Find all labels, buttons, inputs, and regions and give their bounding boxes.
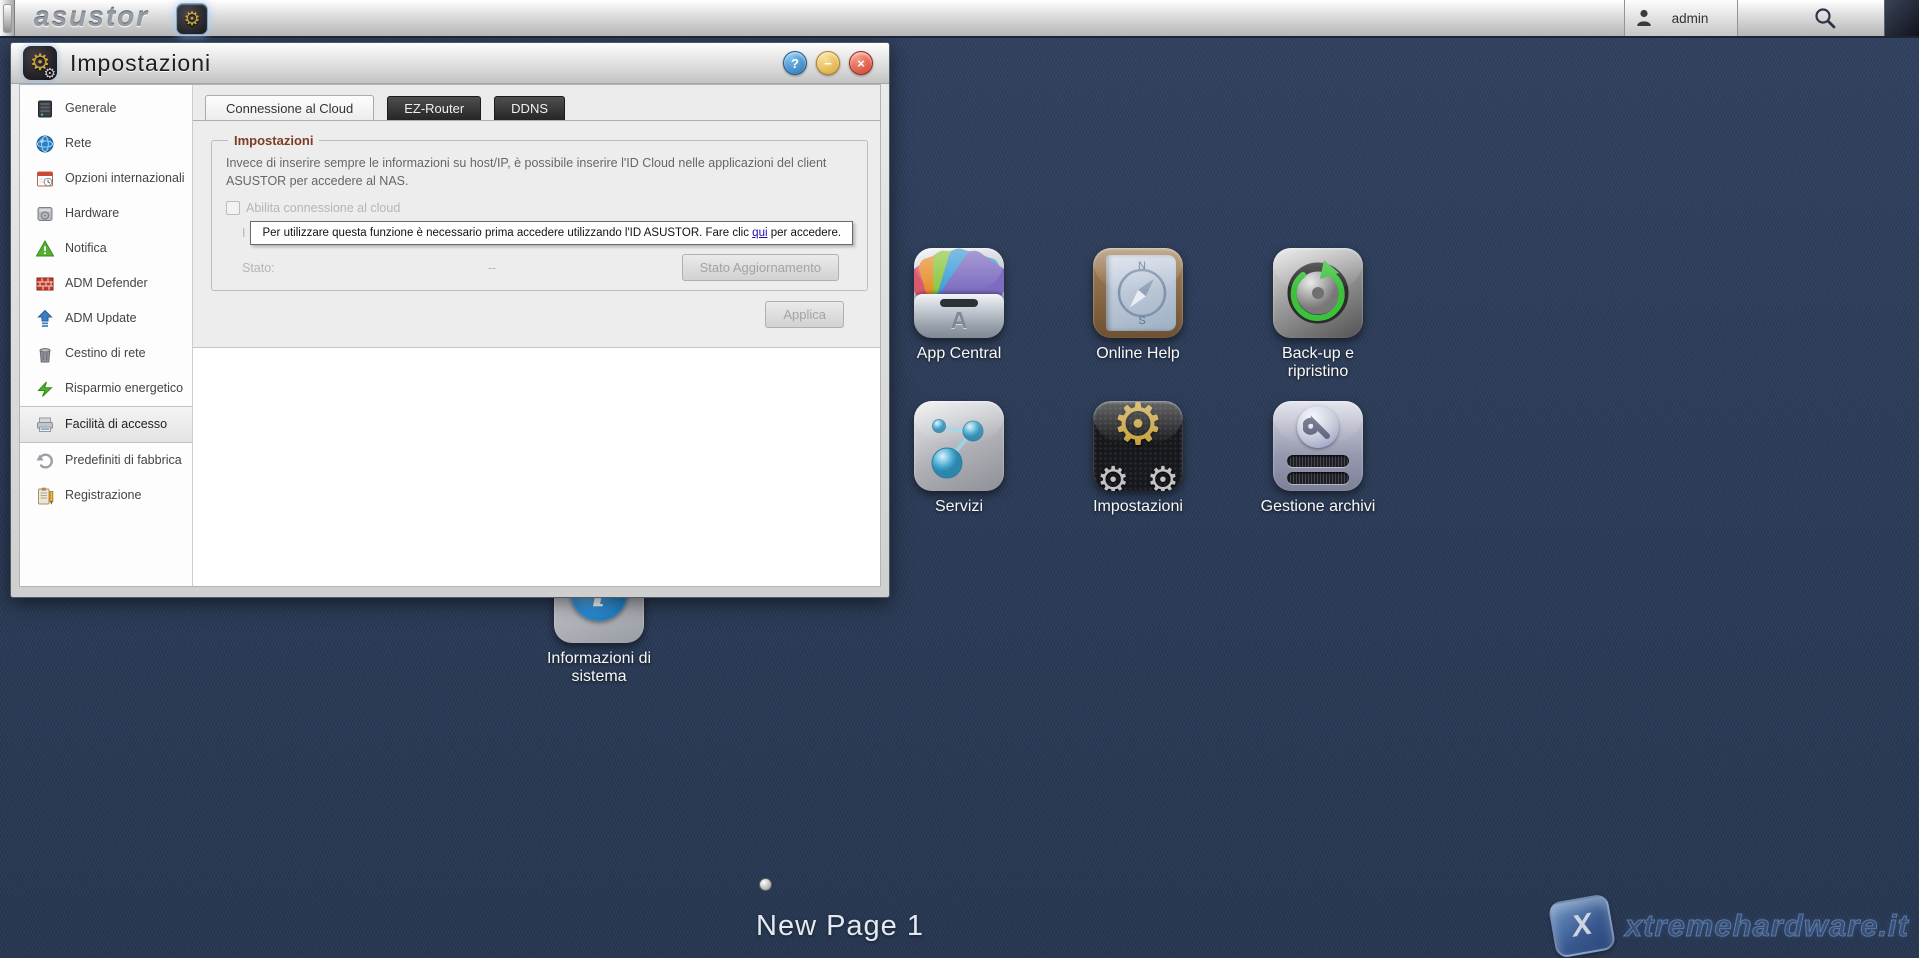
icon-label: App Central: [916, 345, 1002, 362]
tab-strip: Connessione al Cloud EZ-Router DDNS: [193, 85, 880, 120]
compass-s: S: [1138, 315, 1145, 327]
settings-group: Impostazioni Invece di inserire sempre l…: [211, 133, 869, 291]
window-title: Impostazioni: [70, 49, 212, 76]
user-icon: [1637, 9, 1651, 26]
desktop-icon-storage-manager[interactable]: Gestione archivi: [1253, 401, 1383, 516]
up-arrow-icon: [34, 308, 55, 329]
panel-handle[interactable]: [0, 0, 15, 36]
compass-n: N: [1138, 260, 1146, 272]
desktop-icon-services[interactable]: Servizi: [894, 401, 1024, 516]
username-label: admin: [1671, 10, 1709, 26]
server-icon: [34, 98, 55, 119]
wrench-icon: [1297, 406, 1339, 448]
apply-button[interactable]: Applica: [765, 301, 844, 328]
online-help-icon: N S: [1093, 248, 1183, 338]
status-value: --: [488, 260, 497, 275]
desktop-icon-backup-restore[interactable]: Back-up e ripristino: [1253, 248, 1383, 382]
tab-ez-router[interactable]: EZ-Router: [387, 96, 482, 120]
clipboard-pencil-icon: [34, 485, 55, 506]
watermark-text: xtremehardware.it: [1624, 908, 1909, 944]
enable-cloud-checkbox[interactable]: [226, 201, 240, 216]
drive-slot: [1287, 472, 1349, 484]
taskbar-settings-icon[interactable]: ⚙: [176, 3, 208, 35]
tab-connessione-al-cloud[interactable]: Connessione al Cloud: [205, 95, 375, 120]
asustor-logo: asustor: [34, 1, 150, 32]
app-central-letter: A: [950, 307, 968, 333]
page-label: New Page 1: [756, 910, 924, 942]
content-empty-area: [193, 348, 880, 586]
services-icon: [914, 401, 1004, 491]
undo-arrow-icon: [34, 450, 55, 471]
status-label: Stato:: [242, 260, 275, 275]
sidebar-item-notifica[interactable]: Notifica: [20, 231, 192, 266]
sidebar-item-generale[interactable]: Generale: [20, 91, 192, 126]
xtremehardware-logo: X: [1547, 893, 1617, 958]
close-button[interactable]: ×: [849, 51, 873, 75]
drive-slot: [1287, 455, 1349, 467]
sidebar-item-cestino-di-rete[interactable]: Cestino di rete: [20, 336, 192, 371]
help-button[interactable]: ?: [783, 51, 807, 75]
warning-triangle-icon: [34, 238, 55, 259]
calendar-clock-icon: [34, 168, 55, 189]
group-legend: Impostazioni: [234, 133, 314, 148]
settings-sidebar: Generale Rete Opzioni internazionali Har…: [20, 85, 193, 586]
app-central-icon: A: [914, 248, 1004, 338]
settings-gears-icon: ⚙ ⚙ ⚙: [1093, 401, 1183, 491]
search-button[interactable]: [1800, 0, 1850, 36]
enable-cloud-label: Abilita connessione al cloud: [246, 201, 401, 216]
desktop-icon-app-central[interactable]: A App Central: [894, 248, 1024, 363]
drive-icon: [34, 203, 55, 224]
sidebar-item-registrazione[interactable]: Registrazione: [20, 478, 192, 513]
settings-main: Connessione al Cloud EZ-Router DDNS Impo…: [193, 85, 880, 586]
search-icon: [1815, 8, 1836, 29]
login-here-link[interactable]: qui: [752, 227, 767, 239]
top-bar: asustor ⚙ admin: [0, 0, 1919, 38]
page-indicator-dot[interactable]: [759, 878, 772, 891]
desktop-icon-online-help[interactable]: N S Online Help: [1073, 248, 1203, 363]
sidebar-item-adm-update[interactable]: ADM Update: [20, 301, 192, 336]
icon-label: Informazioni di sistema: [546, 650, 652, 686]
sidebar-item-opzioni-internazionali[interactable]: Opzioni internazionali: [20, 161, 192, 196]
icon-label: Impostazioni: [1093, 498, 1183, 515]
user-menu[interactable]: admin: [1624, 0, 1738, 36]
window-titlebar[interactable]: ⚙ ⚙ Impostazioni ? − ×: [11, 43, 889, 84]
cloud-description: Invece di inserire sempre le informazion…: [226, 156, 827, 189]
sidebar-item-risparmio-energetico[interactable]: Risparmio energetico: [20, 371, 192, 406]
cloud-id-label-fragment: I: [242, 226, 246, 241]
tab-ddns[interactable]: DDNS: [494, 96, 566, 120]
settings-window: ⚙ ⚙ Impostazioni ? − × Generale Rete Opz…: [10, 42, 890, 598]
icon-label: Online Help: [1096, 345, 1180, 362]
icon-label: Back-up e ripristino: [1281, 345, 1355, 381]
login-required-tooltip: Per utilizzare questa funzione è necessa…: [250, 221, 854, 246]
backup-restore-icon: [1273, 248, 1363, 338]
trash-icon: [34, 343, 55, 364]
cloud-settings-panel: Impostazioni Invece di inserire sempre l…: [193, 120, 880, 348]
storage-manager-icon: [1273, 401, 1363, 491]
sidebar-item-predefiniti-di-fabbrica[interactable]: Predefiniti di fabbrica: [20, 443, 192, 478]
lightning-icon: [34, 378, 55, 399]
desktop-icon-settings[interactable]: ⚙ ⚙ ⚙ Impostazioni: [1073, 401, 1203, 516]
icon-label: Servizi: [934, 498, 983, 515]
sidebar-item-hardware[interactable]: Hardware: [20, 196, 192, 231]
topbar-corner: [1884, 0, 1919, 36]
sidebar-item-rete[interactable]: Rete: [20, 126, 192, 161]
watermark: X xtremehardware.it: [1547, 893, 1909, 958]
sidebar-item-adm-defender[interactable]: ADM Defender: [20, 266, 192, 301]
icon-label: Gestione archivi: [1260, 498, 1376, 515]
firewall-icon: [34, 273, 55, 294]
minimize-button[interactable]: −: [816, 51, 840, 75]
globe-icon: [34, 133, 55, 154]
update-status-button[interactable]: Stato Aggiornamento: [681, 254, 840, 282]
desktop: A App Central N S Online Help Back-up e …: [0, 0, 1919, 958]
printer-icon: [34, 414, 55, 435]
settings-window-icon: ⚙ ⚙: [23, 46, 57, 81]
sidebar-item-facilita-di-accesso[interactable]: Facilità di accesso: [20, 406, 192, 443]
